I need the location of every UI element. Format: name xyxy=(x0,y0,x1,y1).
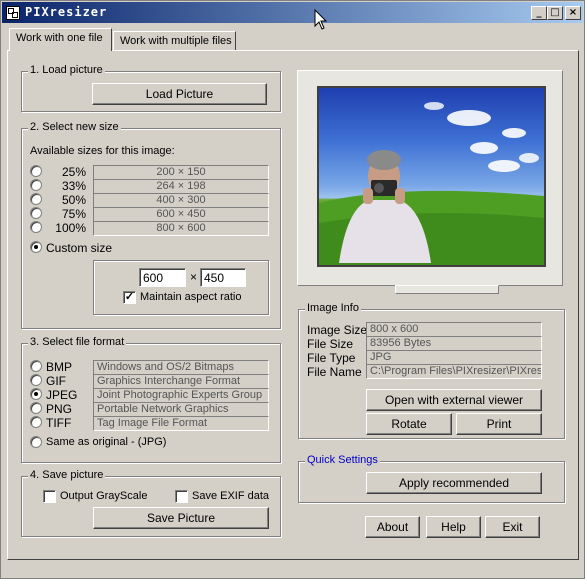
custom-size-label: Custom size xyxy=(46,241,113,255)
preview-photo xyxy=(319,102,544,265)
format-gif-label: GIF xyxy=(46,374,66,388)
info-filesize-label: File Size xyxy=(307,337,354,351)
info-filename-value: C:\Program Files\PIXresizer\PIXresiz xyxy=(366,364,542,379)
maintain-aspect-label: Maintain aspect ratio xyxy=(140,291,242,303)
help-button[interactable]: Help xyxy=(426,516,481,538)
size-33-label: 33% xyxy=(61,179,86,193)
rotate-button[interactable]: Rotate xyxy=(366,413,452,435)
format-bmp-label: BMP xyxy=(46,360,73,374)
format-tiff-radio[interactable] xyxy=(30,416,42,428)
maintain-aspect-checkbox[interactable]: ✓ xyxy=(123,291,136,304)
tab-label: Work with one file xyxy=(16,32,103,44)
image-info-group: Image Info Image Size 800 x 600 File Siz… xyxy=(298,302,565,439)
format-png-desc: Portable Network Graphics xyxy=(93,402,269,417)
custom-height-input[interactable]: 450 xyxy=(200,268,246,287)
preview-image xyxy=(317,86,546,267)
size-25-label: 25% xyxy=(61,165,86,179)
size-50-radio[interactable] xyxy=(30,193,42,205)
exif-checkbox[interactable] xyxy=(175,490,188,503)
group-title: Quick Settings xyxy=(305,454,380,466)
monitor-stand xyxy=(395,285,499,294)
times-symbol: × xyxy=(190,270,198,284)
open-external-viewer-button[interactable]: Open with external viewer xyxy=(366,389,542,411)
tab-panel: 1. Load picture Load Picture 2. Select n… xyxy=(7,50,579,560)
tab-single-file[interactable]: Work with one file xyxy=(9,28,112,51)
format-gif-desc: Graphics Interchange Format xyxy=(93,374,269,389)
tab-multiple-files[interactable]: Work with multiple files xyxy=(113,31,236,51)
maximize-button[interactable]: □ xyxy=(547,6,563,20)
exif-label: Save EXIF data xyxy=(192,490,270,502)
size-50-value: 400 × 300 xyxy=(93,193,269,208)
group-title: 3. Select file format xyxy=(28,336,127,348)
format-bmp-radio[interactable] xyxy=(30,360,42,372)
format-same-label: Same as original - (JPG) xyxy=(46,436,167,448)
print-button[interactable]: Print xyxy=(456,413,542,435)
custom-width-input[interactable]: 600 xyxy=(139,268,186,287)
format-tiff-label: TIFF xyxy=(46,416,72,430)
about-button[interactable]: About xyxy=(365,516,420,538)
exit-button[interactable]: Exit xyxy=(485,516,540,538)
app-window: PIXresizer _ □ × Work with one file Work… xyxy=(0,0,585,579)
format-tiff-desc: Tag Image File Format xyxy=(93,416,269,431)
format-jpeg-label: JPEG xyxy=(46,388,78,402)
size-75-value: 600 × 450 xyxy=(93,207,269,222)
size-100-radio[interactable] xyxy=(30,221,42,233)
size-25-value: 200 × 150 xyxy=(93,165,269,180)
format-same-radio[interactable] xyxy=(30,436,42,448)
size-75-radio[interactable] xyxy=(30,207,42,219)
preview-monitor xyxy=(297,70,563,294)
size-100-label: 100% xyxy=(55,221,86,235)
grayscale-label: Output GrayScale xyxy=(60,490,148,502)
window-title: PIXresizer xyxy=(25,5,108,19)
tab-label: Work with multiple files xyxy=(120,35,232,47)
group-title: Image Info xyxy=(305,302,361,314)
available-sizes-label: Available sizes for this image: xyxy=(30,145,175,157)
title-bar[interactable]: PIXresizer _ □ × xyxy=(2,2,583,23)
info-filetype-label: File Type xyxy=(307,351,356,365)
group-title: 1. Load picture xyxy=(28,64,105,76)
app-icon xyxy=(6,6,20,20)
apply-recommended-button[interactable]: Apply recommended xyxy=(366,472,542,494)
size-25-radio[interactable] xyxy=(30,165,42,177)
size-100-value: 800 × 600 xyxy=(93,221,269,236)
format-gif-radio[interactable] xyxy=(30,374,42,386)
group-title: 4. Save picture xyxy=(28,469,106,481)
info-size-label: Image Size xyxy=(307,323,368,337)
format-bmp-desc: Windows and OS/2 Bitmaps xyxy=(93,360,269,375)
format-jpeg-desc: Joint Photographic Experts Group xyxy=(93,388,269,403)
custom-size-box: 600 × 450 ✓ Maintain aspect ratio xyxy=(93,260,269,315)
group-title: 2. Select new size xyxy=(28,121,121,133)
format-jpeg-radio[interactable] xyxy=(30,388,42,400)
mouse-cursor-icon xyxy=(314,9,328,30)
size-33-value: 264 × 198 xyxy=(93,179,269,194)
minimize-button[interactable]: _ xyxy=(531,6,547,20)
size-75-label: 75% xyxy=(61,207,86,221)
file-format-group: 3. Select file format BMP Windows and OS… xyxy=(21,336,281,463)
size-33-radio[interactable] xyxy=(30,179,42,191)
select-size-group: 2. Select new size Available sizes for t… xyxy=(21,121,281,329)
format-png-label: PNG xyxy=(46,402,73,416)
size-50-label: 50% xyxy=(61,193,86,207)
close-button[interactable]: × xyxy=(565,6,581,20)
save-picture-button[interactable]: Save Picture xyxy=(93,507,269,529)
format-png-radio[interactable] xyxy=(30,402,42,414)
info-size-value: 800 x 600 xyxy=(366,322,542,337)
info-filename-label: File Name xyxy=(307,365,362,379)
load-picture-button[interactable]: Load Picture xyxy=(92,83,267,105)
grayscale-checkbox[interactable] xyxy=(43,490,56,503)
quick-settings-group: Quick Settings Apply recommended xyxy=(298,454,565,503)
load-picture-group: 1. Load picture Load Picture xyxy=(21,64,281,112)
info-filetype-value: JPG xyxy=(366,350,542,365)
info-filesize-value: 83956 Bytes xyxy=(366,336,542,351)
save-picture-group: 4. Save picture Output GrayScale Save EX… xyxy=(21,469,281,537)
custom-size-radio[interactable] xyxy=(30,241,42,253)
